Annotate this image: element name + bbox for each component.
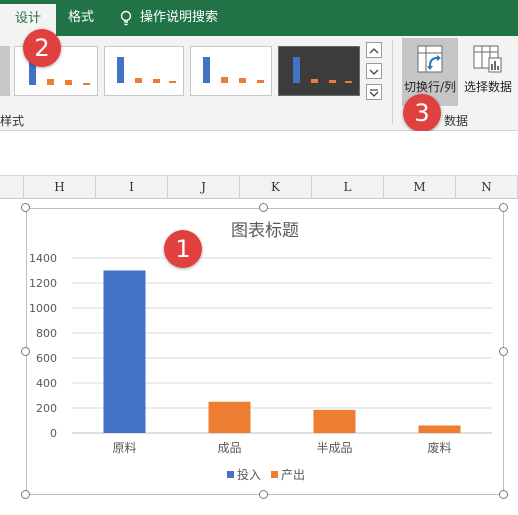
- column-header-blank: [0, 176, 24, 198]
- switch-row-column-icon: [416, 44, 444, 74]
- legend-swatch-output: [271, 471, 278, 478]
- y-tick-label: 0: [50, 427, 57, 440]
- callout-badge-3: 3: [403, 94, 441, 132]
- resize-handle[interactable]: [259, 203, 268, 212]
- chart-legend[interactable]: 投入 产出: [227, 467, 305, 482]
- formula-bar-area: [0, 131, 518, 176]
- select-data-label: 选择数据: [463, 80, 512, 94]
- resize-handle[interactable]: [21, 490, 30, 499]
- y-tick-label: 200: [36, 402, 57, 415]
- gallery-more-button[interactable]: [366, 84, 382, 100]
- resize-handle[interactable]: [499, 347, 508, 356]
- bar-产出-成品[interactable]: [208, 401, 251, 433]
- bar-产出-废料[interactable]: [418, 425, 461, 434]
- bar-chart: 图表标题 0200400600800100012001400原料 成品 半成品 废料 …: [29, 221, 492, 482]
- bar-投入-原料[interactable]: [103, 270, 146, 434]
- y-tick-label: 1200: [29, 277, 57, 290]
- column-header[interactable]: H: [24, 176, 96, 198]
- data-group-label: 数据: [444, 114, 469, 128]
- tab-format[interactable]: 格式: [56, 0, 106, 36]
- column-header[interactable]: M: [384, 176, 456, 198]
- legend-label-output: 产出: [281, 468, 305, 482]
- bar-产出-半成品[interactable]: [313, 409, 356, 433]
- resize-handle[interactable]: [499, 203, 508, 212]
- select-data-icon: [472, 44, 504, 74]
- column-header[interactable]: K: [240, 176, 312, 198]
- lightbulb-icon: [120, 10, 132, 26]
- x-tick-label: 废料: [427, 440, 451, 455]
- column-header[interactable]: I: [96, 176, 168, 198]
- callout-badge-2: 2: [23, 29, 61, 67]
- ribbon-tab-bar: 设计 格式 操作说明搜索: [0, 0, 518, 36]
- resize-handle[interactable]: [259, 490, 268, 499]
- gallery-scroll-up-button[interactable]: [366, 42, 382, 58]
- legend-swatch-input: [227, 471, 234, 478]
- column-header[interactable]: L: [312, 176, 384, 198]
- y-tick-label: 1000: [29, 302, 57, 315]
- x-tick-label: 半成品: [316, 441, 352, 455]
- ribbon-separator: [392, 40, 393, 124]
- x-tick-label: 原料: [112, 441, 136, 455]
- chart-area[interactable]: 图表标题 0 200 400 600 800 1000 1200 1400 原料 成品 半成品 废料 …: [26, 208, 504, 495]
- gallery-scroll-down-button[interactable]: [366, 63, 382, 79]
- style-group-label: 样式: [0, 114, 25, 128]
- y-tick-label: 400: [36, 377, 57, 390]
- switch-row-column-label: 切换行/列: [403, 80, 457, 94]
- resize-handle[interactable]: [21, 347, 30, 356]
- y-tick-label: 800: [36, 327, 57, 340]
- column-header[interactable]: J: [168, 176, 240, 198]
- y-tick-label: 600: [36, 352, 57, 365]
- chart-style-thumb-4[interactable]: [278, 46, 360, 96]
- select-data-button[interactable]: 选择数据: [460, 38, 516, 106]
- tab-tell-me-search[interactable]: 操作说明搜索: [140, 0, 226, 36]
- chart-style-thumb-partial[interactable]: [0, 46, 10, 96]
- resize-handle[interactable]: [21, 203, 30, 212]
- chart-style-thumb-2[interactable]: [104, 46, 184, 96]
- column-header-row: H I J K L M N: [0, 176, 518, 199]
- chart-title[interactable]: 图表标题: [231, 221, 299, 241]
- callout-badge-1: 1: [164, 230, 202, 268]
- legend-label-input: 投入: [237, 467, 261, 482]
- resize-handle[interactable]: [499, 490, 508, 499]
- y-tick-label: 1400: [29, 252, 57, 265]
- chart-style-thumb-3[interactable]: [190, 46, 272, 96]
- x-tick-label: 成品: [217, 441, 241, 455]
- column-header[interactable]: N: [456, 176, 518, 198]
